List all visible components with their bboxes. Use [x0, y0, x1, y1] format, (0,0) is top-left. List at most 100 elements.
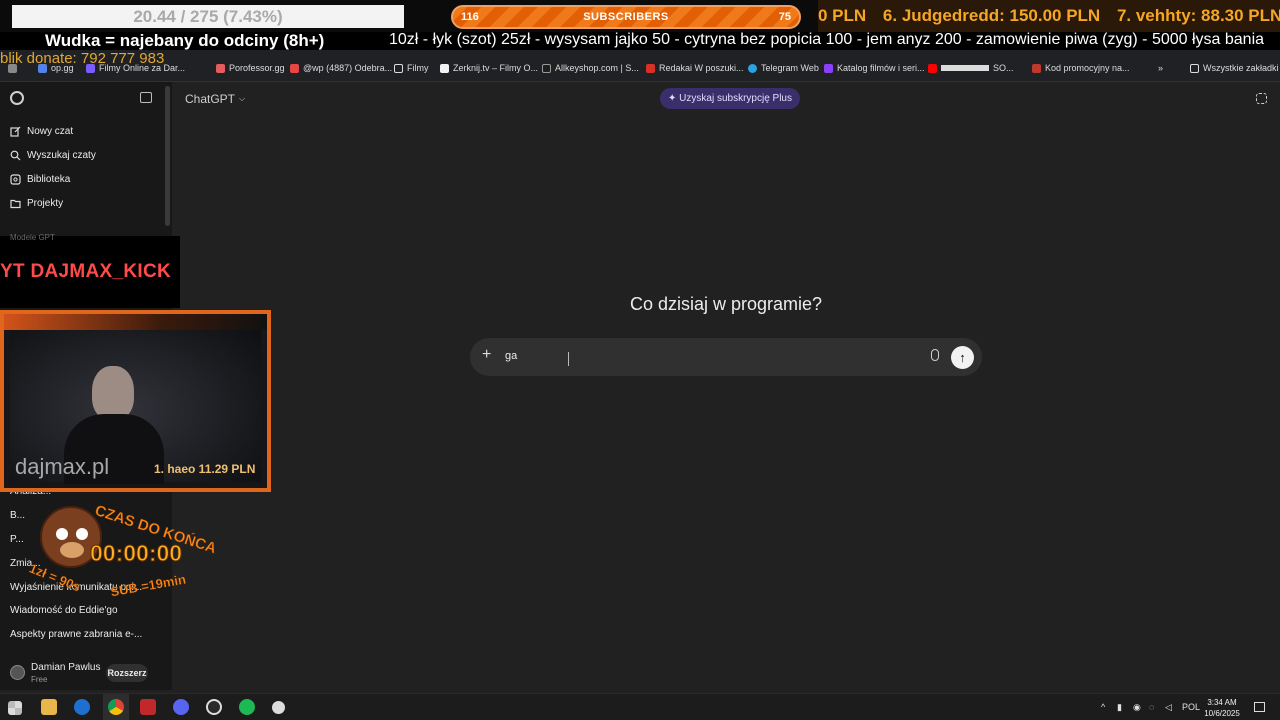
bookmark-label: Filmy — [407, 63, 429, 73]
timer-value: 00:00:00 — [89, 540, 183, 567]
chrome-icon[interactable] — [108, 699, 124, 715]
send-button[interactable]: ↑ — [951, 346, 974, 369]
steam-icon[interactable]: ◉ — [1133, 702, 1141, 713]
site-icon — [542, 63, 551, 73]
bookmark-item[interactable]: Zerknij.tv – Filmy O... — [440, 62, 538, 74]
donor-entry: 0 PLN — [818, 6, 867, 25]
youtube-icon — [928, 63, 937, 73]
network-icon[interactable]: ◌ — [1149, 702, 1154, 712]
sidebar-item-projects[interactable]: Projekty — [10, 198, 63, 209]
bookmark-label: Porofessor.gg — [229, 63, 285, 73]
sidebar-item-search[interactable]: Wyszukaj czaty — [10, 150, 96, 161]
bookmark-label: Wszystkie zakładki — [1203, 63, 1279, 73]
chevron-up-icon[interactable]: ^ — [1101, 702, 1105, 712]
bookmark-folder[interactable]: Filmy — [394, 62, 429, 74]
discord-icon[interactable] — [173, 699, 189, 715]
site-icon — [290, 63, 299, 73]
site-icon — [1032, 63, 1041, 73]
bookmark-item[interactable]: @wp (4887) Odebra... — [290, 62, 392, 74]
file-explorer-icon[interactable] — [41, 699, 57, 715]
webcam-overlay: dajmax.pl 1. haeo 11.29 PLN — [0, 310, 271, 492]
sparkle-icon: ✦ — [668, 93, 680, 104]
site-icon — [824, 63, 833, 73]
edit-icon — [10, 126, 21, 137]
sidebar-item-library[interactable]: Biblioteka — [10, 174, 70, 185]
spotify-icon[interactable] — [239, 699, 255, 715]
sidebar-toggle-icon[interactable] — [140, 92, 152, 103]
user-name: Damian Pawlus — [31, 662, 101, 673]
donor-list: 0 PLN 6. Judgedredd: 150.00 PLN 7. vehht… — [818, 0, 1280, 32]
user-plan: Free — [31, 675, 48, 684]
voicemeeter-icon[interactable] — [140, 699, 156, 715]
clock-date: 10/6/2025 — [1204, 709, 1240, 718]
avatar[interactable] — [10, 665, 25, 680]
bookmark-label: Telegram Web — [761, 63, 819, 73]
chevron-right-icon[interactable]: » — [1158, 62, 1163, 74]
language-indicator[interactable]: POL — [1182, 702, 1200, 712]
model-selector[interactable]: ChatGPT ⌵ — [185, 92, 245, 106]
site-icon — [216, 63, 225, 73]
sidebar-item-new-chat[interactable]: Nowy czat — [10, 126, 73, 137]
timer-rate-right: SUB =19min — [109, 571, 187, 600]
cam-donor-text: 1. haeo 11.29 PLN — [154, 462, 256, 476]
bookmark-item[interactable]: Kod promocyjny na... — [1032, 62, 1130, 74]
get-plus-label: Uzyskaj subskrypcję Plus — [679, 93, 792, 104]
temporary-chat-icon[interactable] — [1256, 93, 1267, 104]
chat-history-item[interactable]: Wiadomość do Eddie'go — [10, 605, 118, 616]
youtube-banner-overlay: Modele GPT YT DAJMAX_KICK — [0, 233, 180, 308]
donor-entry: 6. Judgedredd: 150.00 PLN — [882, 6, 1101, 25]
openai-logo-icon[interactable] — [10, 91, 24, 105]
get-plus-button[interactable]: ✦ Uzyskaj subskrypcję Plus — [660, 88, 800, 109]
obs-icon[interactable] — [206, 699, 222, 715]
upgrade-button[interactable]: Rozszerz — [106, 664, 148, 682]
chat-history-item[interactable]: P... — [10, 534, 24, 545]
ccleaner-icon[interactable] — [74, 699, 90, 715]
prompt-input[interactable]: ga — [505, 350, 517, 362]
sidebar-item-label: Biblioteka — [27, 174, 71, 185]
chat-history-item[interactable]: B... — [10, 510, 25, 521]
bookmark-item[interactable]: SO... — [928, 62, 1014, 74]
all-bookmarks[interactable]: Wszystkie zakładki — [1190, 62, 1279, 74]
prompt-composer[interactable]: + ga ↑ — [470, 338, 982, 376]
windows-start-icon[interactable] — [8, 701, 22, 715]
watermark: dajmax.pl — [15, 454, 110, 479]
library-icon — [10, 174, 21, 185]
redacted-text — [941, 65, 989, 71]
microphone-icon[interactable]: ▮ — [1117, 702, 1122, 713]
chat-history-item[interactable]: Aspekty prawne zabrania e-... — [10, 629, 142, 640]
countdown-overlay: CZAS DO KOŃCA 00:00:00 1zł = 90s SUB =19… — [27, 498, 219, 602]
notifications-icon[interactable] — [1254, 702, 1265, 712]
page-title: Co dzisiaj w programie? — [629, 294, 823, 314]
telegram-icon — [748, 63, 757, 73]
ticker-left: Wudka = najebany do odciny (8h+) — [45, 32, 325, 50]
bookmark-item[interactable]: Porofessor.gg — [216, 62, 285, 74]
sub-count-right: 75 — [778, 11, 791, 23]
sidebar-section-label: Modele GPT — [10, 233, 55, 242]
system-clock[interactable]: 3:34 AM 10/6/2025 — [1200, 697, 1244, 719]
bookmark-label: Allkeyshop.com | S... — [555, 63, 639, 73]
streamer-head — [92, 366, 134, 420]
bookmark-item[interactable]: Katalog filmów i seri... — [824, 62, 925, 74]
site-icon — [440, 63, 449, 73]
clock-time: 3:34 AM — [1207, 698, 1237, 707]
chevron-down-icon: ⌵ — [239, 94, 246, 103]
plus-icon[interactable]: + — [482, 346, 491, 364]
search-icon — [10, 150, 21, 161]
bookmark-label: Zerknij.tv – Filmy O... — [453, 63, 539, 73]
bookmark-item[interactable]: Allkeyshop.com | S... — [542, 62, 639, 74]
gear-icon[interactable] — [272, 701, 285, 714]
sidebar-scrollbar[interactable] — [165, 86, 170, 226]
text-cursor — [568, 352, 569, 366]
bookmark-label: Redakai W poszuki... — [659, 63, 744, 73]
microphone-icon[interactable] — [931, 349, 939, 361]
folder-icon — [1190, 63, 1199, 73]
bookmark-item[interactable]: Redakai W poszuki... — [646, 62, 744, 74]
bookmark-item[interactable]: Telegram Web — [748, 62, 819, 74]
stream-overlay-top: 20.44 / 275 (7.43%) 116 SUBSCRIBERS 75 0… — [0, 0, 1280, 32]
sub-goal-text: 20.44 / 275 (7.43%) — [133, 7, 283, 26]
bookmark-label: Kod promocyjny na... — [1045, 63, 1130, 73]
site-icon — [646, 63, 655, 73]
donor-entry: 7. vehhty: 88.30 PLN — [1116, 6, 1280, 25]
volume-icon[interactable]: ◁ — [1165, 702, 1172, 713]
user-profile-row[interactable]: Damian Pawlus Free Rozszerz — [0, 659, 172, 687]
